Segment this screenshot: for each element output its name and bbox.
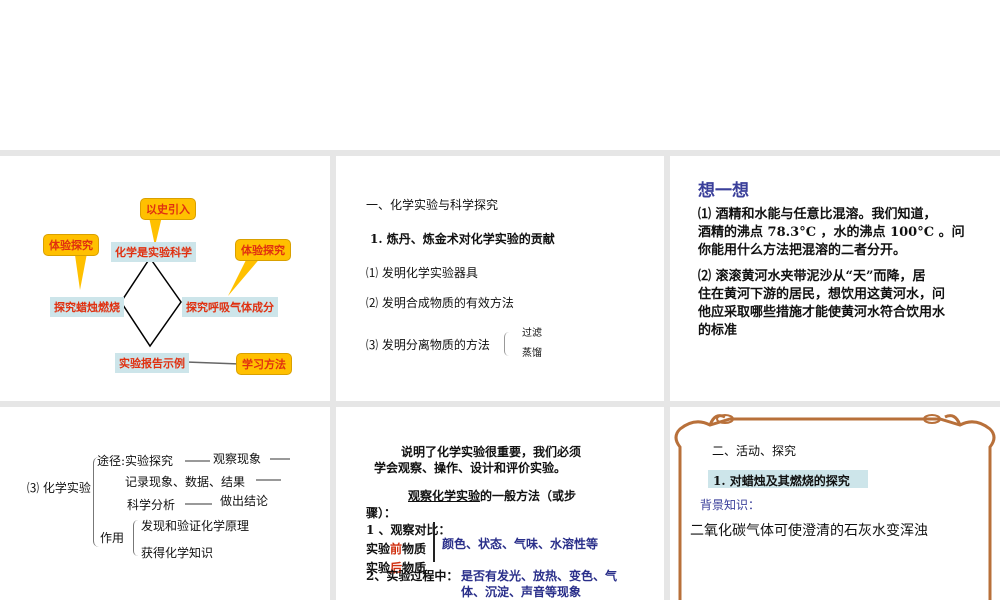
- node-right: 探究呼吸气体成分: [182, 297, 278, 317]
- arrow-icon: [270, 458, 290, 460]
- role-label: 作用: [100, 531, 125, 545]
- fact-text: 二氧化碳气体可使澄清的石灰水变浑浊: [690, 523, 928, 539]
- method-title: 观察化学实验的一般方法（或步: [408, 487, 576, 504]
- path-step: 记录现象、数据、结果: [125, 475, 246, 489]
- q1-line: 酒精的沸点 78.3°C ，水的沸点 100°C 。问: [698, 225, 965, 240]
- question-1: ⑴ 酒精和水能与任意比混溶。我们知道， 酒精的沸点 78.3°C ，水的沸点 1…: [698, 206, 965, 260]
- q2-line: 的标准: [698, 323, 738, 338]
- path-step: 实验探究: [125, 454, 174, 468]
- method-title-rest: 的一般方法（或步: [480, 489, 577, 503]
- question-2: ⑵ 滚滚黄河水夹带泥沙从“天”而降，居 住在黄河下游的居民，想饮用这黄河水，问 …: [698, 268, 945, 340]
- path-step: 做出结论: [220, 494, 269, 508]
- item-3: ⑶ 发明分离物质的方法: [366, 338, 490, 352]
- path-step: 观察现象: [213, 452, 262, 466]
- text: 实验: [366, 542, 391, 556]
- path-step: 科学分析: [127, 498, 176, 512]
- root-label: ⑶ 化学实验: [27, 481, 91, 495]
- item-2: ⑵ 发明合成物质的有效方法: [366, 296, 514, 310]
- brace: [133, 520, 138, 556]
- brace: [504, 332, 509, 356]
- method-distill: 蒸馏: [522, 348, 542, 359]
- text: 物质: [402, 542, 427, 556]
- slide-thumbnail-2[interactable]: 一、化学实验与科学探究 1. 炼丹、炼金术对化学实验的贡献 ⑴ 发明化学实验器具…: [336, 156, 664, 401]
- arrow-icon: [185, 460, 210, 462]
- subheading: 1. 炼丹、炼金术对化学实验的贡献: [370, 232, 555, 246]
- intro-line: 说明了化学实验很重要，我们必须: [401, 445, 582, 459]
- section-heading: 二、活动、探究: [712, 444, 797, 458]
- slide-thumbnail-3[interactable]: 想一想 ⑴ 酒精和水能与任意比混溶。我们知道， 酒精的沸点 78.3°C ，水的…: [670, 156, 1000, 401]
- path-label: 途径:实验探究: [97, 452, 173, 469]
- highlight: 前: [390, 542, 403, 556]
- arrow-icon: [256, 479, 281, 481]
- brace: [433, 522, 435, 562]
- subheading: 1. 对蜡烛及其燃烧的探究: [713, 474, 850, 488]
- callout-method: 学习方法: [236, 353, 292, 375]
- intro-line: 学会观察、操作、设计和评价实验。: [374, 461, 567, 475]
- role-item: 发现和验证化学原理: [141, 519, 250, 533]
- node-bottom: 实验报告示例: [115, 353, 189, 373]
- arrow-icon: [185, 503, 212, 505]
- method-title-underlined: 观察化学实验: [408, 489, 481, 503]
- step-2: 2、实验过程中：: [366, 569, 459, 583]
- item-1: ⑴ 发明化学实验器具: [366, 266, 478, 280]
- process-line: 是否有发光、放热、变色、气: [461, 569, 618, 583]
- slide-thumbnail-5[interactable]: 说明了化学实验很重要，我们必须 学会观察、操作、设计和评价实验。 观察化学实验的…: [336, 407, 664, 600]
- node-center: 化学是实验科学: [111, 242, 196, 262]
- subheading-box: 1. 对蜡烛及其燃烧的探究: [708, 470, 868, 488]
- callout-history: 以史引入: [140, 198, 196, 220]
- slide-thumbnail-4[interactable]: ⑶ 化学实验 途径:实验探究 观察现象 记录现象、数据、结果 科学分析 做出结论…: [0, 407, 330, 600]
- role-item: 获得化学知识: [141, 546, 214, 560]
- q1-line: ⑴ 酒精和水能与任意比混溶。我们知道，: [698, 207, 937, 222]
- q2-line: 住在黄河下游的居民，想饮用这黄河水，问: [698, 287, 946, 302]
- background-label: 背景知识：: [700, 498, 761, 512]
- process-line: 体、沉淀、声音等现象: [461, 585, 582, 599]
- slide-thumbnail-1[interactable]: 以史引入 体验探究 体验探究 学习方法 化学是实验科学 探究蜡烛燃烧 探究呼吸气…: [0, 156, 330, 401]
- blank-area: [0, 0, 1000, 150]
- step-1: 1 、观察对比：: [366, 523, 451, 537]
- q2-line: ⑵ 滚滚黄河水夹带泥沙从“天”而降，居: [698, 269, 926, 284]
- brace: [93, 457, 99, 547]
- before-label: 实验前物质: [366, 540, 426, 557]
- q2-line: 他应采取哪些措施才能使黄河水符合饮用水: [698, 305, 946, 320]
- method-filter: 过滤: [522, 328, 542, 339]
- slide-thumbnail-6[interactable]: 二、活动、探究 1. 对蜡烛及其燃烧的探究 背景知识： 二氧化碳气体可使澄清的石…: [670, 407, 1000, 600]
- node-left: 探究蜡烛燃烧: [50, 297, 124, 317]
- callout-experience-left: 体验探究: [43, 234, 99, 256]
- q1-line: 你能用什么方法把混溶的二者分开。: [698, 243, 907, 258]
- section-heading: 一、化学实验与科学探究: [366, 198, 499, 212]
- slide-title: 想一想: [698, 181, 749, 201]
- compare-items: 颜色、状态、气味、水溶性等: [442, 537, 599, 551]
- method-title-cont: 骤）：: [366, 506, 397, 520]
- path-label-text: 途径:: [97, 454, 126, 468]
- callout-experience-right: 体验探究: [235, 239, 291, 261]
